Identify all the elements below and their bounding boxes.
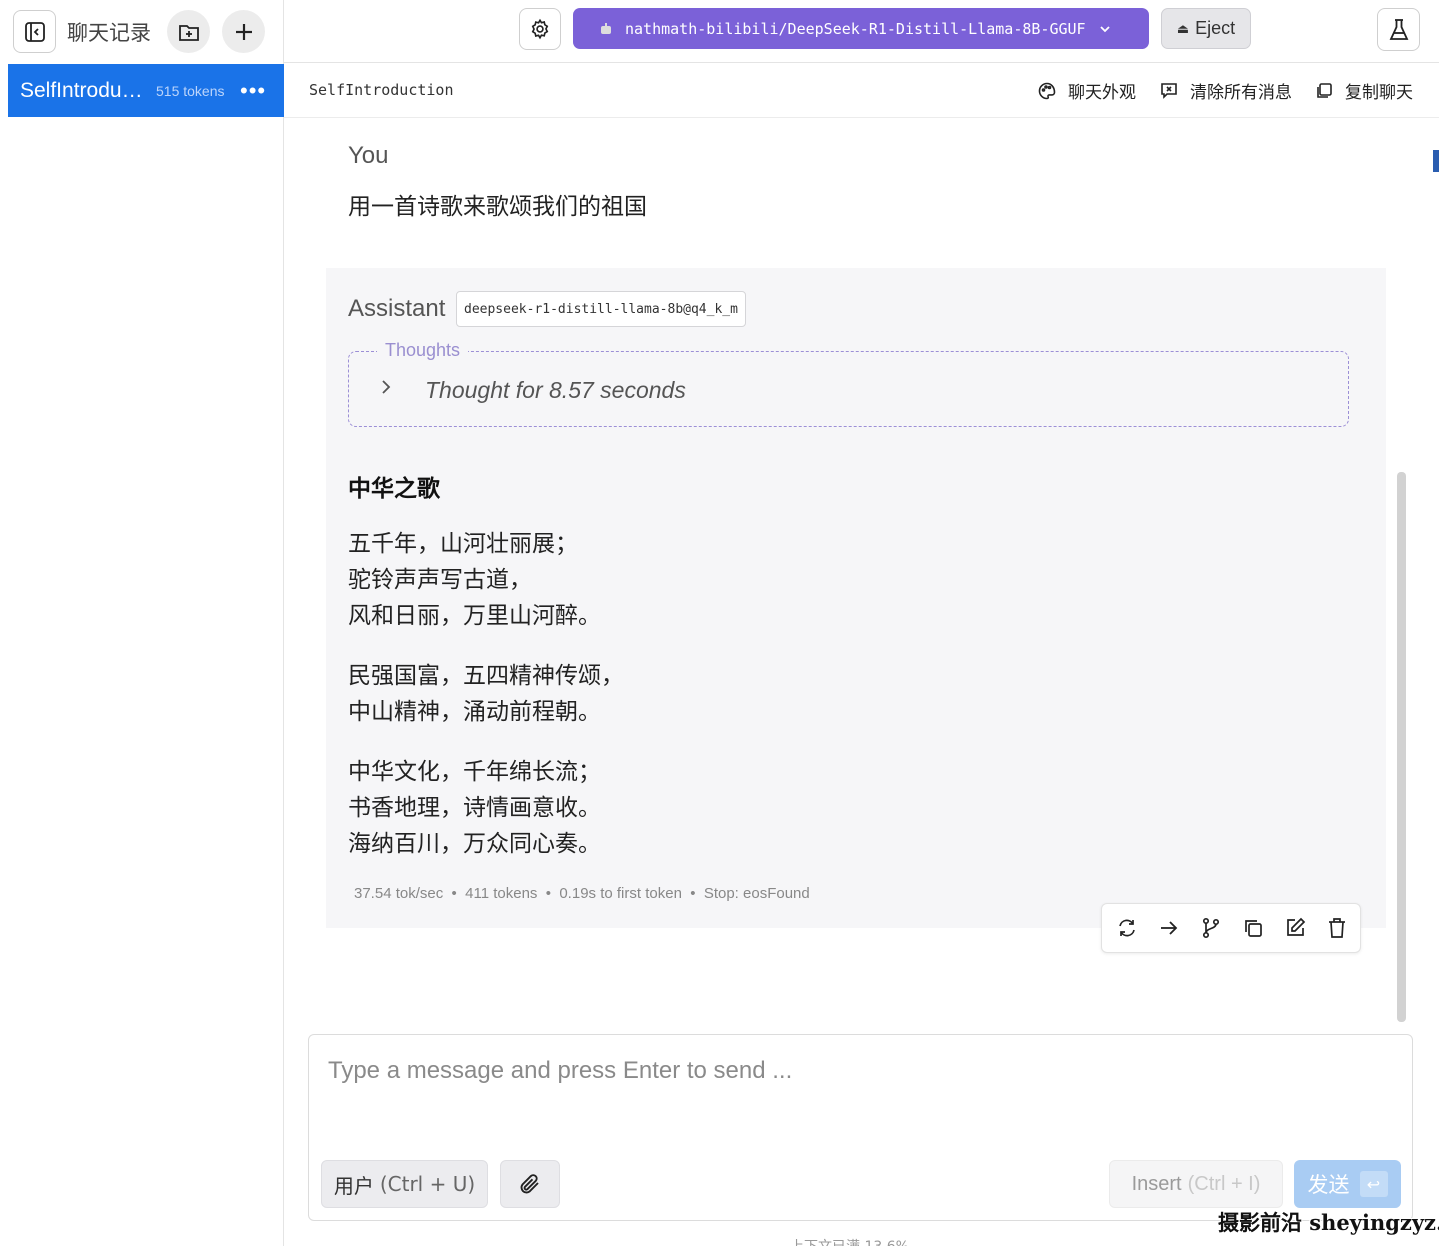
copy-chat-button[interactable]: 复制聊天 bbox=[1315, 78, 1413, 103]
model-name: nathmath-bilibili/DeepSeek-R1-Distill-Ll… bbox=[625, 19, 1086, 38]
user-message-text: 用一首诗歌来歌颂我们的祖国 bbox=[348, 194, 647, 220]
sidebar-title: 聊天记录 bbox=[67, 20, 151, 45]
poem-line: 风和日丽，万里山河醉。 bbox=[348, 603, 601, 629]
poem-stanza: 五千年，山河壮丽展； 驼铃声声写古道， 风和日丽，万里山河醉。 bbox=[348, 526, 624, 634]
window-edge-indicator bbox=[1433, 150, 1439, 172]
copy-chat-label: 复制聊天 bbox=[1345, 83, 1413, 103]
poem-line: 民强国富，五四精神传颂， bbox=[348, 663, 624, 689]
chat-appearance-label: 聊天外观 bbox=[1068, 83, 1136, 103]
insert-shortcut-hint: (Ctrl + I) bbox=[1187, 1172, 1261, 1195]
messages-scrollbar[interactable] bbox=[1397, 472, 1406, 1022]
assistant-message: Assistant deepseek-r1-distill-llama-8b@q… bbox=[326, 268, 1386, 928]
message-input-placeholder[interactable]: Type a message and press Enter to send .… bbox=[328, 1057, 792, 1085]
eject-label: Eject bbox=[1195, 18, 1236, 38]
experiments-button[interactable] bbox=[1377, 8, 1420, 51]
watermark: 摄影前沿 sheyingzyz.com bbox=[1218, 1210, 1439, 1235]
flask-icon bbox=[1389, 18, 1408, 40]
role-shortcut-hint: (Ctrl + U) bbox=[379, 1172, 476, 1196]
continue-arrow-icon[interactable] bbox=[1157, 916, 1181, 940]
eject-button[interactable]: ⏏ Eject bbox=[1161, 8, 1251, 49]
insert-label: Insert bbox=[1131, 1172, 1182, 1195]
chevron-down-icon bbox=[1098, 22, 1112, 36]
chat-appearance-button[interactable]: 聊天外观 bbox=[1038, 78, 1136, 103]
eject-icon: ⏏ bbox=[1176, 20, 1190, 36]
context-usage-text: 上下文已满 13.6% bbox=[790, 1236, 909, 1246]
sidebar-header: 聊天记录 bbox=[0, 0, 283, 63]
poem-line: 中山精神，涌动前程朝。 bbox=[348, 699, 601, 725]
clear-chat-icon bbox=[1161, 82, 1177, 99]
poem-stanza: 中华文化，千年绵长流； 书香地理，诗情画意收。 海纳百川，万众同心奏。 bbox=[348, 754, 624, 862]
chat-list-item[interactable]: SelfIntroduction 515 tokens ••• bbox=[8, 64, 284, 117]
thought-duration: Thought for 8.57 seconds bbox=[425, 377, 686, 403]
thoughts-label: Thoughts bbox=[377, 340, 469, 361]
clear-all-messages-button[interactable]: 清除所有消息 bbox=[1160, 78, 1292, 103]
message-input-area[interactable]: Type a message and press Enter to send .… bbox=[308, 1034, 1413, 1221]
poem-body: 五千年，山河壮丽展； 驼铃声声写古道， 风和日丽，万里山河醉。 民强国富，五四精… bbox=[348, 526, 624, 886]
poem-line: 中华文化，千年绵长流； bbox=[348, 759, 601, 785]
send-label: 发送 bbox=[1307, 1173, 1350, 1197]
send-button[interactable]: 发送 ↩ bbox=[1294, 1160, 1401, 1208]
chat-title[interactable]: SelfIntroduction bbox=[309, 81, 454, 99]
robot-icon bbox=[601, 22, 611, 34]
poem-title: 中华之歌 bbox=[348, 476, 440, 502]
edit-icon[interactable] bbox=[1283, 916, 1307, 940]
poem-stanza: 民强国富，五四精神传颂， 中山精神，涌动前程朝。 bbox=[348, 658, 624, 730]
plus-icon bbox=[235, 23, 252, 40]
folder-plus-icon bbox=[178, 24, 199, 41]
settings-button[interactable] bbox=[519, 8, 561, 50]
chevron-right-icon[interactable] bbox=[379, 378, 393, 401]
paperclip-icon bbox=[520, 1174, 539, 1194]
regenerate-icon[interactable] bbox=[1115, 916, 1139, 940]
model-selector-button[interactable]: nathmath-bilibili/DeepSeek-R1-Distill-Ll… bbox=[573, 8, 1149, 49]
poem-line: 五千年，山河壮丽展； bbox=[348, 531, 578, 557]
clear-all-messages-label: 清除所有消息 bbox=[1190, 83, 1292, 103]
role-label: 用户 bbox=[333, 1173, 374, 1198]
enter-key-icon: ↩ bbox=[1359, 1171, 1388, 1197]
branch-icon[interactable] bbox=[1199, 916, 1223, 940]
chat-sidebar: 聊天记录 SelfIntroduction 515 tokens ••• bbox=[0, 0, 284, 1246]
chat-item-more-icon[interactable]: ••• bbox=[240, 79, 266, 101]
new-chat-button[interactable] bbox=[222, 10, 265, 53]
poem-line: 驼铃声声写古道， bbox=[348, 567, 532, 593]
thoughts-panel[interactable]: Thoughts Thought for 8.57 seconds bbox=[348, 340, 1349, 427]
top-bar: nathmath-bilibili/DeepSeek-R1-Distill-Ll… bbox=[284, 0, 1439, 63]
chat-header: SelfIntroduction 聊天外观 清除所有消息 复制聊天 bbox=[284, 64, 1439, 118]
role-toggle-button[interactable]: 用户 (Ctrl + U) bbox=[321, 1160, 488, 1208]
copy-icon bbox=[1317, 82, 1332, 98]
user-message-role: You bbox=[348, 142, 389, 169]
trash-icon[interactable] bbox=[1325, 916, 1349, 940]
assistant-model-tag: deepseek-r1-distill-llama-8b@q4_k_m bbox=[456, 291, 746, 327]
copy-message-icon[interactable] bbox=[1241, 916, 1265, 940]
gear-icon bbox=[531, 18, 549, 40]
poem-line: 书香地理，诗情画意收。 bbox=[348, 795, 601, 821]
poem-line: 海纳百川，万众同心奏。 bbox=[348, 831, 601, 857]
new-folder-button[interactable] bbox=[167, 10, 210, 53]
sidebar-toggle-icon bbox=[24, 21, 45, 42]
attach-file-button[interactable] bbox=[500, 1160, 560, 1208]
chat-item-name: SelfIntroduction bbox=[20, 78, 150, 102]
collapse-sidebar-button[interactable] bbox=[13, 10, 56, 53]
assistant-message-role: Assistant bbox=[348, 295, 446, 322]
generation-stats: 37.54 tok/sec • 411 tokens • 0.19s to fi… bbox=[354, 885, 810, 902]
insert-button[interactable]: Insert (Ctrl + I) bbox=[1109, 1160, 1283, 1208]
chat-item-token-count: 515 tokens bbox=[156, 82, 225, 99]
palette-icon bbox=[1038, 82, 1056, 99]
message-action-bar bbox=[1101, 903, 1361, 953]
